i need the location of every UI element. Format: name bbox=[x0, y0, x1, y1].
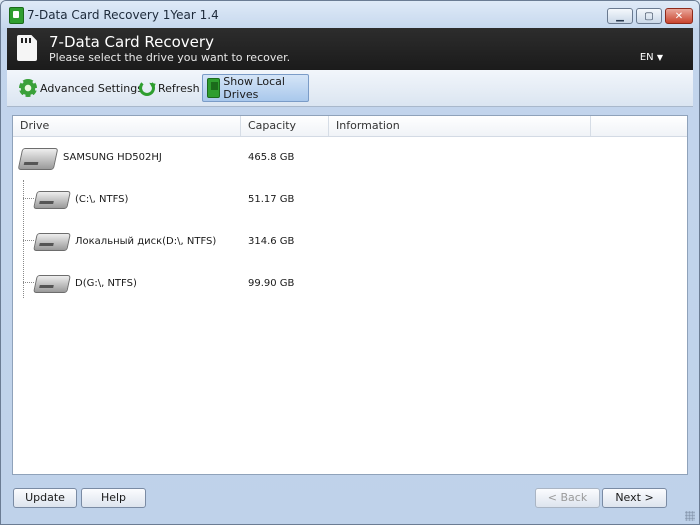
partition-drive-icon bbox=[33, 275, 71, 293]
partition-drive-icon bbox=[33, 233, 71, 251]
close-button[interactable]: ✕ bbox=[665, 8, 693, 24]
app-header: 7-Data Card Recovery Please select the d… bbox=[7, 28, 693, 70]
hard-drive-icon bbox=[17, 148, 59, 170]
next-button[interactable]: Next > bbox=[602, 488, 667, 508]
advanced-settings-label: Advanced Settings bbox=[40, 81, 143, 95]
memory-card-icon bbox=[17, 35, 37, 61]
column-header-capacity[interactable]: Capacity bbox=[241, 116, 329, 136]
drive-list[interactable]: Drive Capacity Information SAMSUNG HD502… bbox=[12, 115, 688, 475]
resize-grip[interactable] bbox=[685, 511, 695, 521]
table-header: Drive Capacity Information bbox=[13, 116, 687, 137]
toolbar: Advanced Settings Refresh Show Local Dri… bbox=[7, 70, 693, 107]
drive-row-partition[interactable]: Локальный диск(D:\, NTFS) 314.6 GB bbox=[13, 227, 687, 257]
drive-row-disk[interactable]: SAMSUNG HD502HJ 465.8 GB bbox=[13, 143, 687, 173]
app-icon bbox=[9, 7, 24, 24]
show-local-drives-label: Show Local Drives bbox=[223, 75, 285, 101]
app-window: 7-Data Card Recovery 1Year 1.4 ▁ ▢ ✕ 7-D… bbox=[0, 0, 700, 525]
column-header-drive[interactable]: Drive bbox=[13, 116, 241, 136]
partition-name: D(G:\, NTFS) bbox=[75, 278, 137, 289]
chevron-down-icon: ▼ bbox=[656, 53, 663, 62]
maximize-button[interactable]: ▢ bbox=[636, 8, 662, 24]
refresh-label: Refresh bbox=[158, 81, 200, 95]
show-local-drives-button[interactable]: Show Local Drives bbox=[202, 74, 309, 102]
partition-drive-icon bbox=[33, 191, 71, 209]
refresh-button[interactable]: Refresh bbox=[135, 74, 204, 102]
partition-capacity: 51.17 GB bbox=[248, 194, 295, 205]
partition-capacity: 314.6 GB bbox=[248, 236, 295, 247]
sd-card-icon bbox=[207, 78, 221, 98]
help-button[interactable]: Help bbox=[81, 488, 146, 508]
language-label: EN bbox=[639, 52, 654, 63]
partition-name: Локальный диск(D:\, NTFS) bbox=[75, 236, 217, 247]
window-title: 7-Data Card Recovery 1Year 1.4 bbox=[27, 8, 219, 22]
drive-capacity: 465.8 GB bbox=[248, 152, 295, 163]
refresh-icon bbox=[139, 80, 155, 96]
header-subtitle: Please select the drive you want to reco… bbox=[49, 51, 291, 64]
header-title: 7-Data Card Recovery bbox=[49, 33, 214, 51]
update-button[interactable]: Update bbox=[13, 488, 77, 508]
gear-icon bbox=[19, 79, 37, 97]
partition-capacity: 99.90 GB bbox=[248, 278, 295, 289]
column-header-information[interactable]: Information bbox=[329, 116, 591, 136]
language-selector[interactable]: EN ▼ bbox=[640, 52, 663, 63]
title-bar[interactable]: 7-Data Card Recovery 1Year 1.4 ▁ ▢ ✕ bbox=[1, 1, 699, 28]
advanced-settings-button[interactable]: Advanced Settings bbox=[15, 74, 147, 102]
minimize-button[interactable]: ▁ bbox=[607, 8, 633, 24]
back-button[interactable]: < Back bbox=[535, 488, 600, 508]
drive-name: SAMSUNG HD502HJ bbox=[63, 152, 162, 163]
partition-name: (C:\, NTFS) bbox=[75, 194, 129, 205]
drive-row-partition[interactable]: (C:\, NTFS) 51.17 GB bbox=[13, 185, 687, 215]
drive-row-partition[interactable]: D(G:\, NTFS) 99.90 GB bbox=[13, 269, 687, 299]
